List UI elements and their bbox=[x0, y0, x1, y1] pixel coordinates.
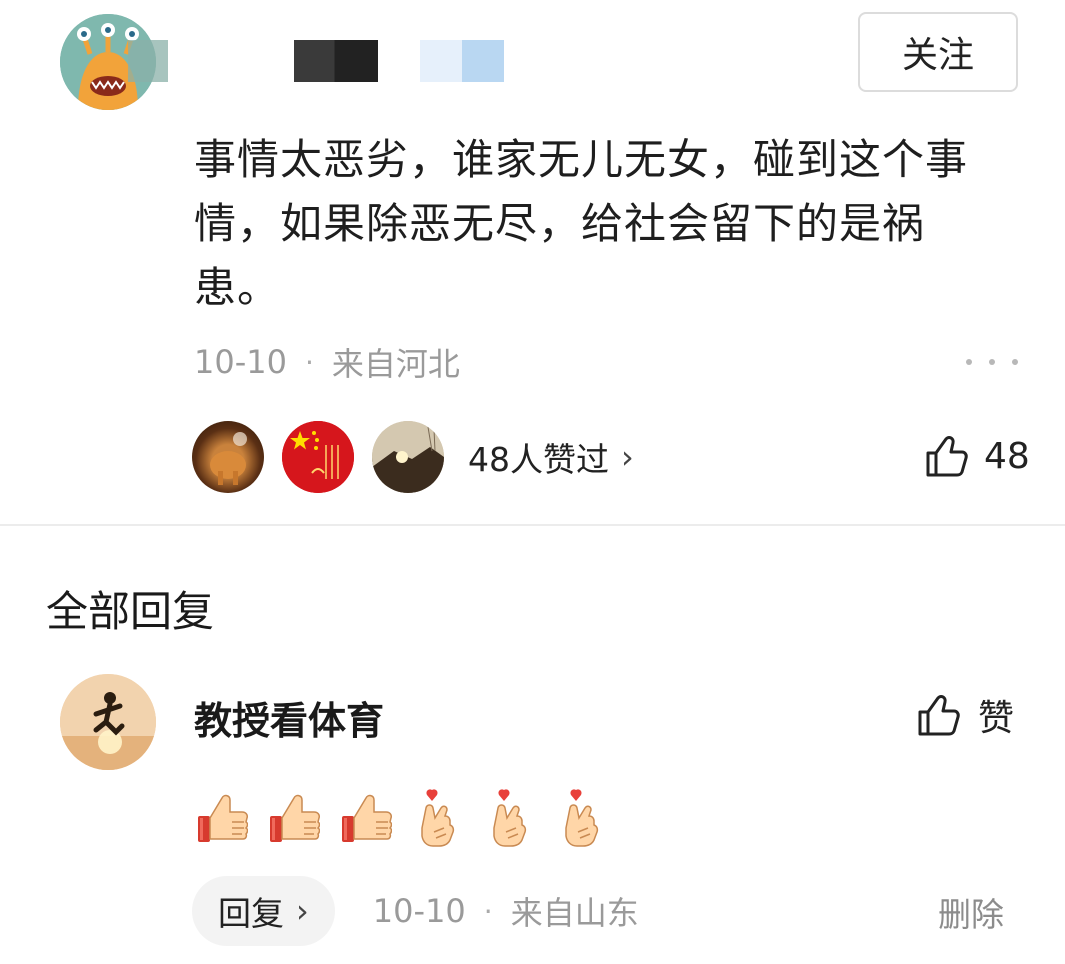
chevron-right-icon: › bbox=[621, 438, 634, 476]
section-divider bbox=[0, 524, 1065, 526]
reply-date: 10-10 bbox=[372, 892, 466, 930]
reply-content-emoji bbox=[196, 786, 608, 852]
likers-row[interactable]: 48人赞过 › bbox=[192, 420, 634, 494]
comment-detail-page: 关注 事情太恶劣，谁家无儿无女，碰到这个事情，如果除恶无尽，给社会留下的是祸患。… bbox=[0, 0, 1065, 964]
runner-avatar-icon bbox=[60, 674, 156, 770]
thumbs-up-emoji-icon bbox=[270, 794, 320, 842]
thumbs-up-icon bbox=[926, 436, 968, 477]
username-redacted bbox=[420, 40, 504, 82]
reply-author-name[interactable]: 教授看体育 bbox=[194, 690, 384, 745]
finger-heart-emoji-icon bbox=[493, 789, 527, 847]
thumbs-up-emoji-icon bbox=[342, 794, 392, 842]
comment-text: 事情太恶劣，谁家无儿无女，碰到这个事情，如果除恶无尽，给社会留下的是祸患。 bbox=[194, 135, 969, 312]
thumbs-up-emoji-icon bbox=[198, 794, 248, 842]
comment-date: 10-10 bbox=[194, 343, 287, 381]
username-redacted bbox=[294, 40, 378, 82]
meta-separator: · bbox=[304, 345, 314, 379]
username-redacted bbox=[128, 40, 168, 82]
reply-author-avatar[interactable] bbox=[60, 674, 156, 770]
liker-avatar bbox=[282, 421, 354, 493]
chevron-right-icon: › bbox=[296, 892, 309, 930]
likers-count-text: 48人赞过 bbox=[468, 440, 609, 479]
follow-button[interactable]: 关注 bbox=[858, 12, 1018, 92]
liker-avatar bbox=[192, 421, 264, 493]
reply-button-label: 回复 bbox=[218, 894, 284, 933]
likers-count-link[interactable]: 48人赞过 › bbox=[468, 433, 634, 481]
comment-location: 来自河北 bbox=[331, 345, 460, 383]
like-count: 48 bbox=[984, 435, 1030, 477]
thumbs-up-icon bbox=[918, 695, 960, 736]
all-replies-heading: 全部回复 bbox=[46, 587, 215, 636]
reply-meta: 回复 › 10-10 · 来自山东 bbox=[192, 876, 639, 946]
liker-avatar-image bbox=[282, 421, 354, 493]
reply-location: 来自山东 bbox=[510, 894, 639, 932]
finger-heart-emoji-icon bbox=[565, 789, 599, 847]
reply-like-label: 赞 bbox=[978, 698, 1015, 739]
more-options-icon[interactable] bbox=[966, 340, 1018, 384]
reply-like-button[interactable]: 赞 bbox=[916, 690, 1014, 740]
comment-like-button[interactable]: 48 bbox=[924, 428, 1030, 484]
comment-meta: 10-10 · 来自河北 bbox=[194, 340, 460, 384]
liker-avatar bbox=[372, 421, 444, 493]
liker-avatar-image bbox=[210, 432, 247, 485]
liker-avatar-image bbox=[372, 421, 444, 493]
finger-heart-emoji-icon bbox=[421, 789, 455, 847]
reply-button[interactable]: 回复 › bbox=[192, 876, 335, 946]
meta-separator: · bbox=[483, 894, 493, 928]
delete-button[interactable]: 删除 bbox=[938, 888, 1004, 936]
reply-time-location: 10-10 · 来自山东 bbox=[373, 888, 639, 934]
